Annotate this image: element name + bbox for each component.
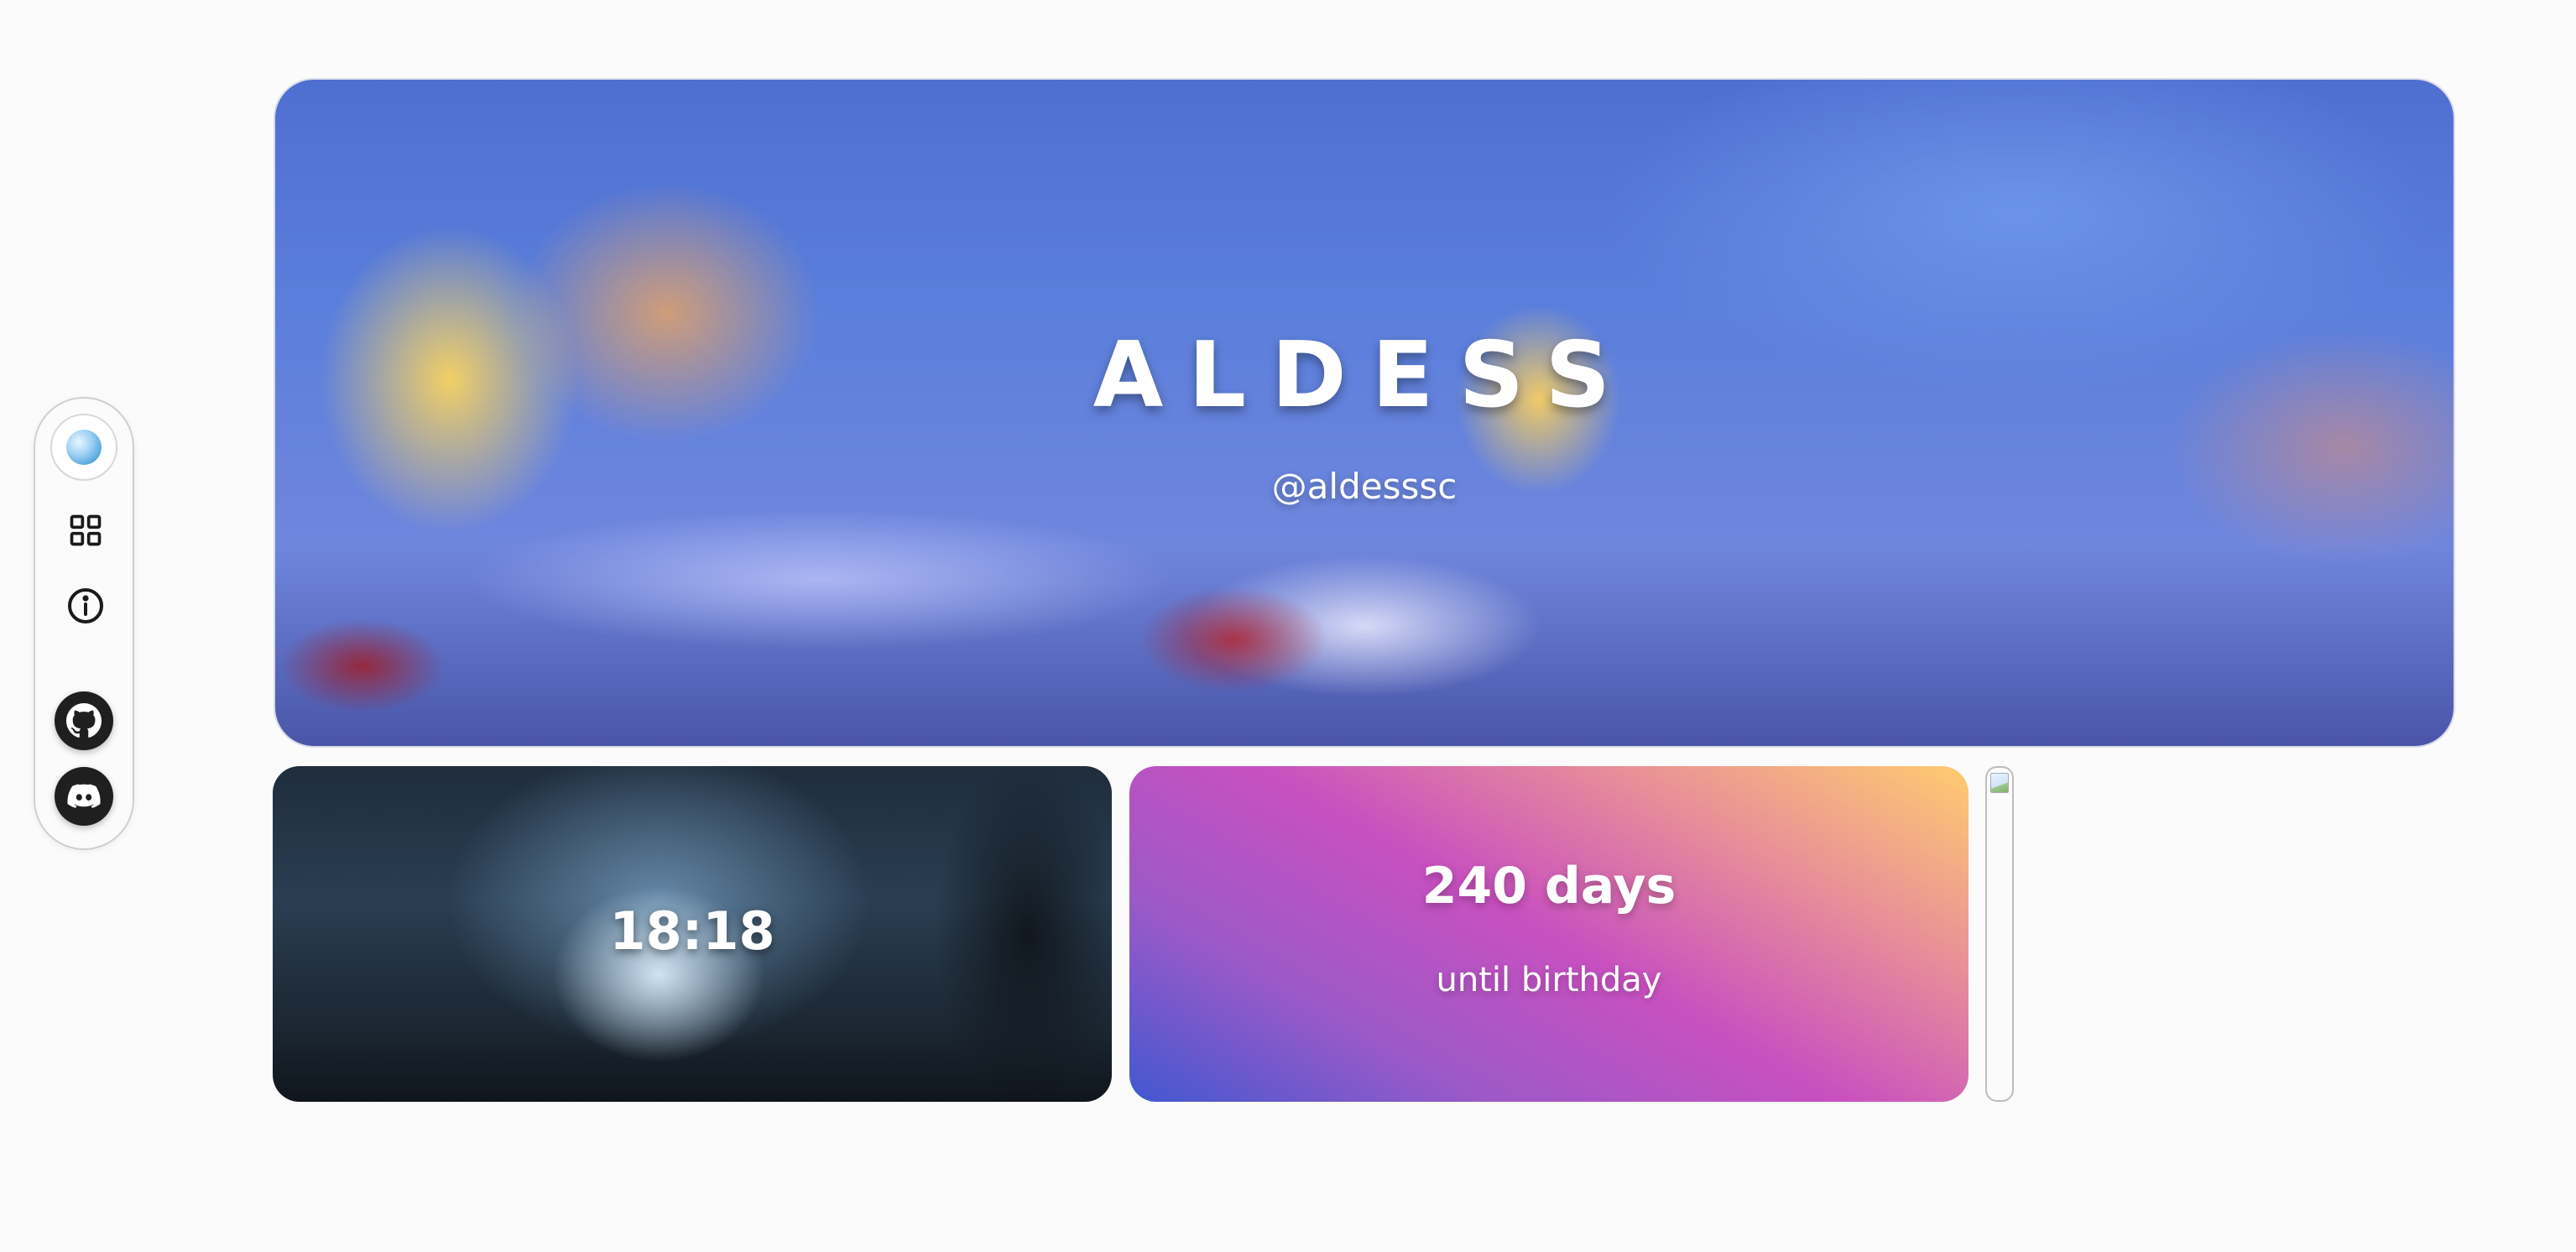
avatar-orb-icon (66, 430, 102, 465)
avatar[interactable] (50, 414, 117, 481)
birthday-countdown-widget: 240 days until birthday (1129, 766, 1969, 1102)
github-icon (66, 703, 102, 738)
clock-widget: 18:18 (273, 766, 1112, 1102)
broken-image-icon (1990, 773, 2009, 793)
birthday-label: until birthday (1436, 961, 1662, 999)
username-handle: @aldesssc (1271, 466, 1457, 507)
discord-icon (67, 784, 101, 808)
profile-banner: ALDESS @aldesssc (274, 78, 2455, 748)
grid-icon (70, 514, 102, 546)
grid-icon-button[interactable] (65, 510, 106, 550)
github-button[interactable] (55, 691, 113, 750)
days-remaining: 240 days (1421, 857, 1676, 916)
discord-button[interactable] (55, 767, 113, 826)
clock-time: 18:18 (609, 900, 775, 962)
info-icon-button[interactable] (65, 586, 106, 626)
broken-image-placeholder (1985, 766, 2014, 1102)
info-icon (68, 588, 103, 623)
sidebar (34, 397, 134, 850)
banner-title: ALDESS (1092, 323, 1636, 428)
